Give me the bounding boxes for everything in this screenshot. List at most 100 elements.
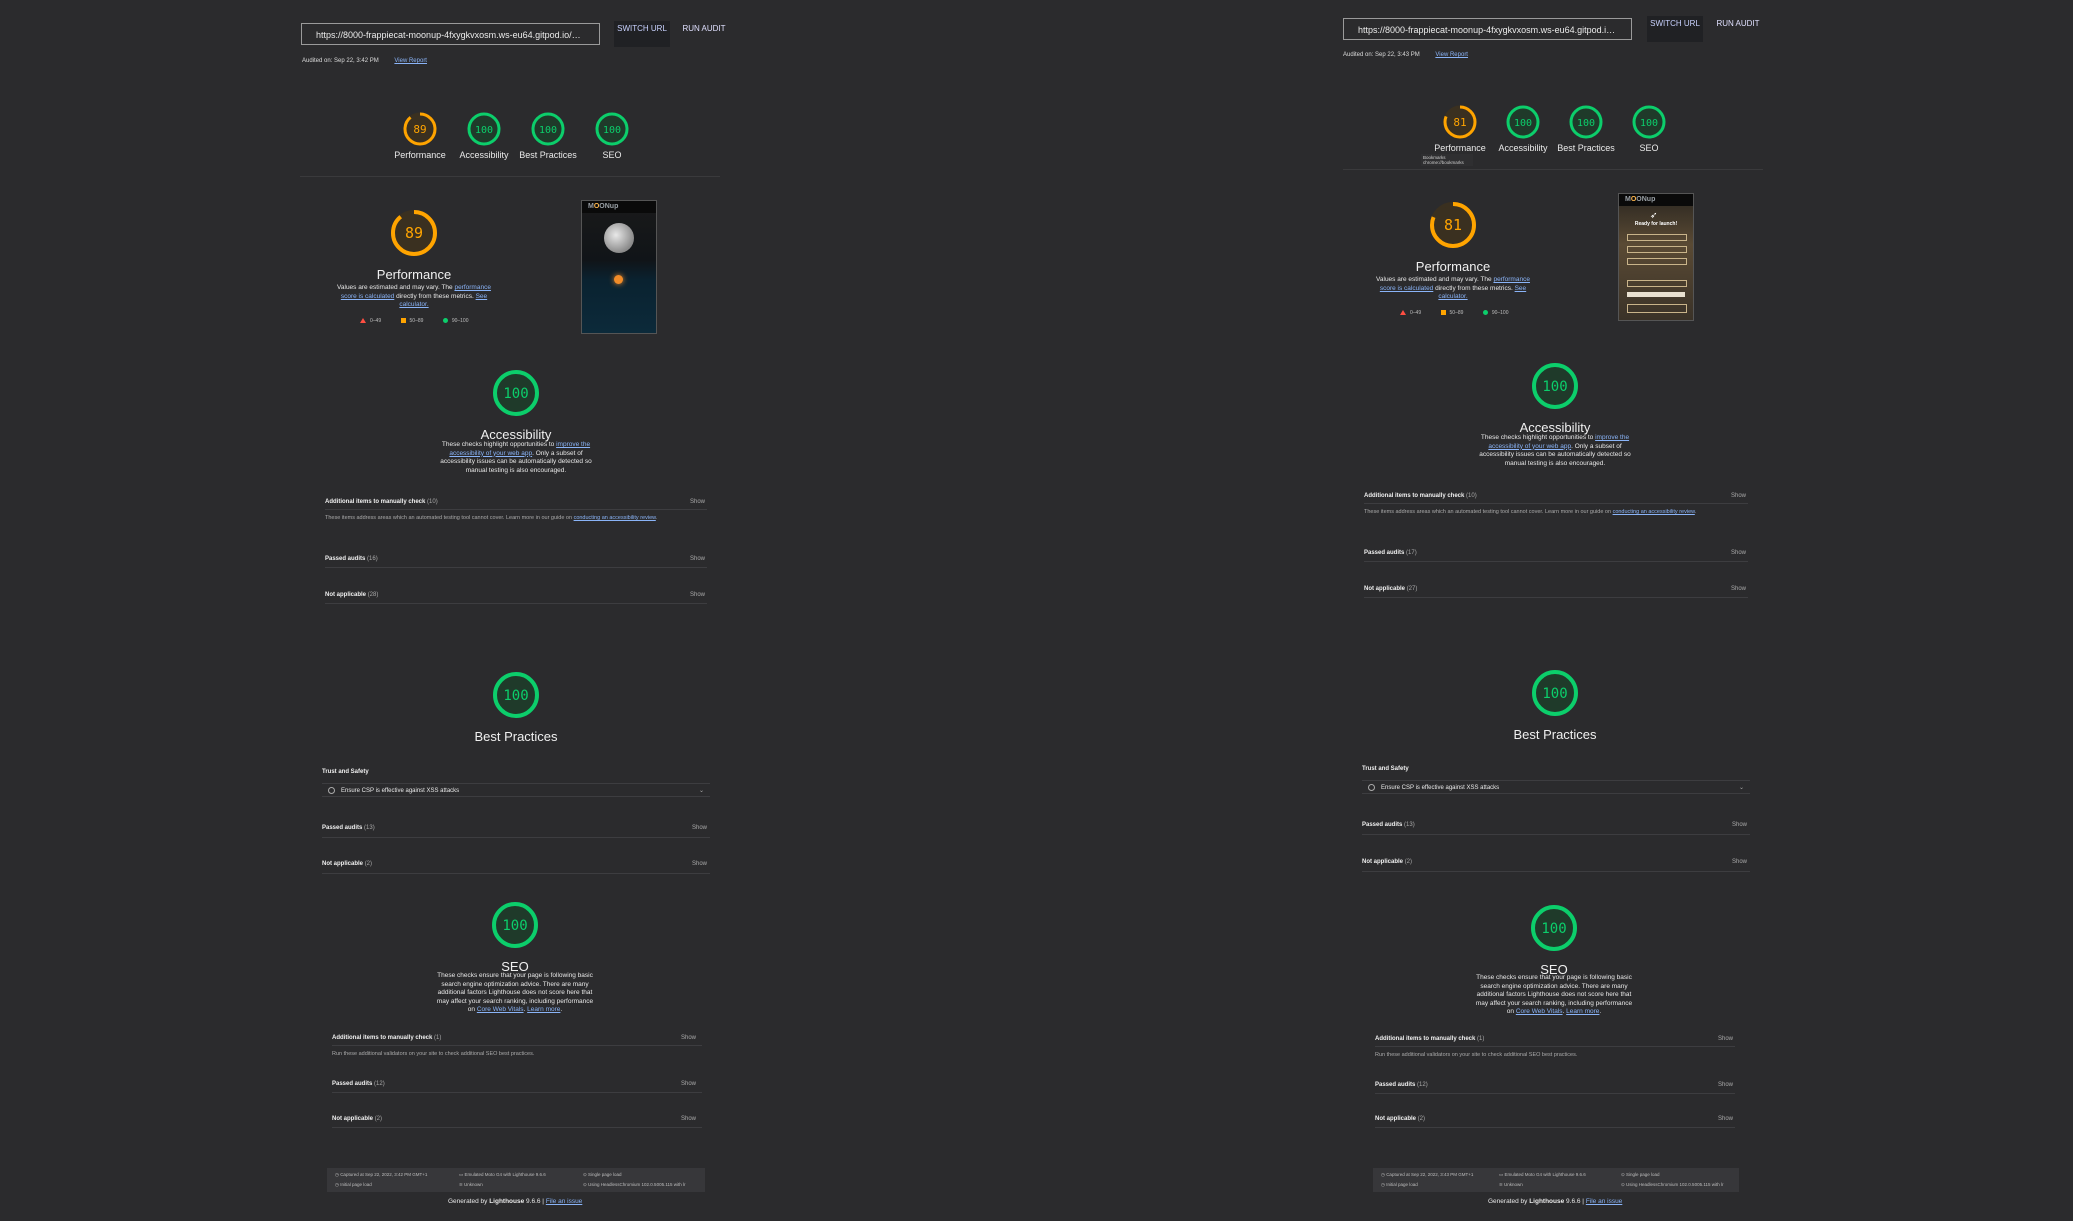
learn-more-link[interactable]: Learn more xyxy=(1566,1008,1599,1015)
performance-title: Performance xyxy=(1415,259,1491,274)
desc-text: directly from these metrics. xyxy=(394,292,476,300)
run-audit-button[interactable]: RUN AUDIT xyxy=(676,21,732,47)
emulated-device: ▭ Emulated Moto G4 with Lighthouse 9.6.6 xyxy=(1499,1172,1586,1177)
summary-gauge-performance[interactable]: 89 Performance xyxy=(390,111,450,160)
bp-passed-group[interactable]: Passed audits (13) xyxy=(322,825,375,831)
core-web-vitals-link[interactable]: Core Web Vitals xyxy=(1516,1008,1563,1015)
summary-gauge-seo[interactable]: 100 SEO xyxy=(582,111,642,160)
bp-na-group[interactable]: Not applicable (2) xyxy=(1362,859,1412,865)
initial-page-load: ◷ Initial page load xyxy=(1381,1182,1418,1187)
bp-na-group[interactable]: Not applicable (2) xyxy=(322,861,372,867)
seo-manual-group[interactable]: Additional items to manually check (1) xyxy=(1375,1036,1484,1042)
summary-gauge-seo[interactable]: 100 SEO xyxy=(1619,104,1679,153)
a11y-na-show[interactable]: Show xyxy=(1731,586,1746,592)
seo-passed-show[interactable]: Show xyxy=(1718,1082,1733,1088)
file-issue-link[interactable]: File an issue xyxy=(546,1198,583,1205)
seo-gauge: 100 SEO xyxy=(465,900,565,974)
accessibility-title: Accessibility xyxy=(480,427,552,442)
gauge-ring: 100 xyxy=(1632,105,1666,139)
gauge-score: 100 xyxy=(503,688,528,704)
a11y-manual-group[interactable]: Additional items to manually check (10) xyxy=(325,499,438,505)
switch-url-button[interactable]: SWITCH URL xyxy=(614,21,670,47)
legend-pass: 90–100 xyxy=(442,318,469,324)
run-audit-button[interactable]: RUN AUDIT xyxy=(1710,16,1766,42)
seo-na-group[interactable]: Not applicable (2) xyxy=(1375,1116,1425,1122)
a11y-manual-note: These items address areas which an autom… xyxy=(1364,509,1697,515)
page-screenshot-thumbnail: MOONup xyxy=(581,200,657,334)
bp-na-show[interactable]: Show xyxy=(1732,859,1747,865)
best-practices-gauge: 100 Best Practices xyxy=(1505,668,1605,742)
divider xyxy=(1362,871,1750,872)
gauge-score: 100 xyxy=(603,125,621,136)
seo-passed-show[interactable]: Show xyxy=(681,1081,696,1087)
gauge-label: SEO xyxy=(1639,143,1659,153)
divider xyxy=(332,1045,702,1046)
seo-passed-group[interactable]: Passed audits (12) xyxy=(332,1081,385,1087)
seo-manual-group[interactable]: Additional items to manually check (1) xyxy=(332,1035,441,1041)
a11y-na-group[interactable]: Not applicable (28) xyxy=(325,592,378,598)
informative-icon xyxy=(1368,783,1375,791)
summary-gauge-accessibility[interactable]: 100 Accessibility xyxy=(1493,104,1553,153)
a11y-passed-show[interactable]: Show xyxy=(690,556,705,562)
seo-description: These checks ensure that your page is fo… xyxy=(1475,974,1633,1015)
seo-manual-show[interactable]: Show xyxy=(1718,1036,1733,1042)
summary-gauge-accessibility[interactable]: 100 Accessibility xyxy=(454,111,514,160)
a11y-manual-note: These items address areas which an autom… xyxy=(325,515,658,521)
seo-na-show[interactable]: Show xyxy=(1718,1116,1733,1122)
captured-at: ◷ Captured at Sep 22, 2022, 3:42 PM GMT+… xyxy=(335,1172,428,1177)
gauge-ring: 81 xyxy=(1430,202,1476,248)
gauge-score: 100 xyxy=(1577,118,1595,129)
view-report-link[interactable]: View Report xyxy=(1435,52,1468,58)
accessibility-review-link[interactable]: conducting an accessibility review xyxy=(574,515,656,521)
accessibility-gauge: 100 Accessibility xyxy=(1505,361,1605,435)
thumbnail-logo: MOONup xyxy=(582,201,656,213)
csp-audit-row[interactable]: Ensure CSP is effective against XSS atta… xyxy=(322,783,710,797)
gauge-score: 81 xyxy=(1453,116,1466,129)
audited-on-text: Audited on: Sep 22, 3:43 PM xyxy=(1343,52,1420,58)
initial-page-load: ◷ Initial page load xyxy=(335,1182,372,1187)
summary-gauge-best-practices[interactable]: 100 Best Practices xyxy=(1556,104,1616,153)
report-panel-right: https://8000-frappiecat-moonup-4fxygkvxo… xyxy=(1036,0,2073,1221)
seo-manual-show[interactable]: Show xyxy=(681,1035,696,1041)
csp-audit-row[interactable]: Ensure CSP is effective against XSS atta… xyxy=(1362,780,1750,794)
switch-url-button[interactable]: SWITCH URL xyxy=(1647,16,1703,42)
core-web-vitals-link[interactable]: Core Web Vitals xyxy=(477,1006,524,1013)
a11y-na-show[interactable]: Show xyxy=(690,592,705,598)
gauge-label: Accessibility xyxy=(459,150,509,160)
gauge-label: Accessibility xyxy=(1498,143,1548,153)
a11y-manual-group[interactable]: Additional items to manually check (10) xyxy=(1364,493,1477,499)
a11y-passed-show[interactable]: Show xyxy=(1731,550,1746,556)
seo-gauge: 100 SEO xyxy=(1504,903,1604,977)
emulated-device: ▭ Emulated Moto G4 with Lighthouse 9.6.6 xyxy=(459,1172,546,1177)
bp-passed-show[interactable]: Show xyxy=(692,825,707,831)
file-issue-link[interactable]: File an issue xyxy=(1586,1198,1623,1205)
summary-gauge-best-practices[interactable]: 100 Best Practices xyxy=(518,111,578,160)
a11y-manual-show[interactable]: Show xyxy=(1731,493,1746,499)
a11y-passed-group[interactable]: Passed audits (16) xyxy=(325,556,378,562)
legend-average: 50–89 xyxy=(1440,310,1463,316)
gauge-score: 100 xyxy=(502,918,527,934)
divider xyxy=(1375,1093,1735,1094)
summary-gauge-performance[interactable]: 81 Performance xyxy=(1430,104,1490,153)
seo-na-show[interactable]: Show xyxy=(681,1116,696,1122)
a11y-passed-group[interactable]: Passed audits (17) xyxy=(1364,550,1417,556)
a11y-manual-show[interactable]: Show xyxy=(690,499,705,505)
learn-more-link[interactable]: Learn more xyxy=(527,1006,560,1013)
seo-na-group[interactable]: Not applicable (2) xyxy=(332,1116,382,1122)
accessibility-review-link[interactable]: conducting an accessibility review xyxy=(1613,509,1695,515)
bp-passed-group[interactable]: Passed audits (13) xyxy=(1362,822,1415,828)
browser-info: ⊙ Using HeadlessChromium 102.0.5005.115 … xyxy=(1621,1182,1724,1187)
bp-passed-show[interactable]: Show xyxy=(1732,822,1747,828)
seo-passed-group[interactable]: Passed audits (12) xyxy=(1375,1082,1428,1088)
page-screenshot-thumbnail: MOONup ➶ Ready for launch! xyxy=(1618,193,1694,321)
gauge-label: SEO xyxy=(602,150,622,160)
gauge-score: 100 xyxy=(503,386,528,402)
a11y-na-group[interactable]: Not applicable (27) xyxy=(1364,586,1417,592)
view-report-link[interactable]: View Report xyxy=(394,58,427,64)
divider xyxy=(1364,561,1748,562)
url-input[interactable]: https://8000-frappiecat-moonup-4fxygkvxo… xyxy=(301,23,600,45)
divider xyxy=(1375,1046,1735,1047)
url-input[interactable]: https://8000-frappiecat-moonup-4fxygkvxo… xyxy=(1343,18,1632,40)
bp-na-show[interactable]: Show xyxy=(692,861,707,867)
divider xyxy=(332,1127,702,1128)
